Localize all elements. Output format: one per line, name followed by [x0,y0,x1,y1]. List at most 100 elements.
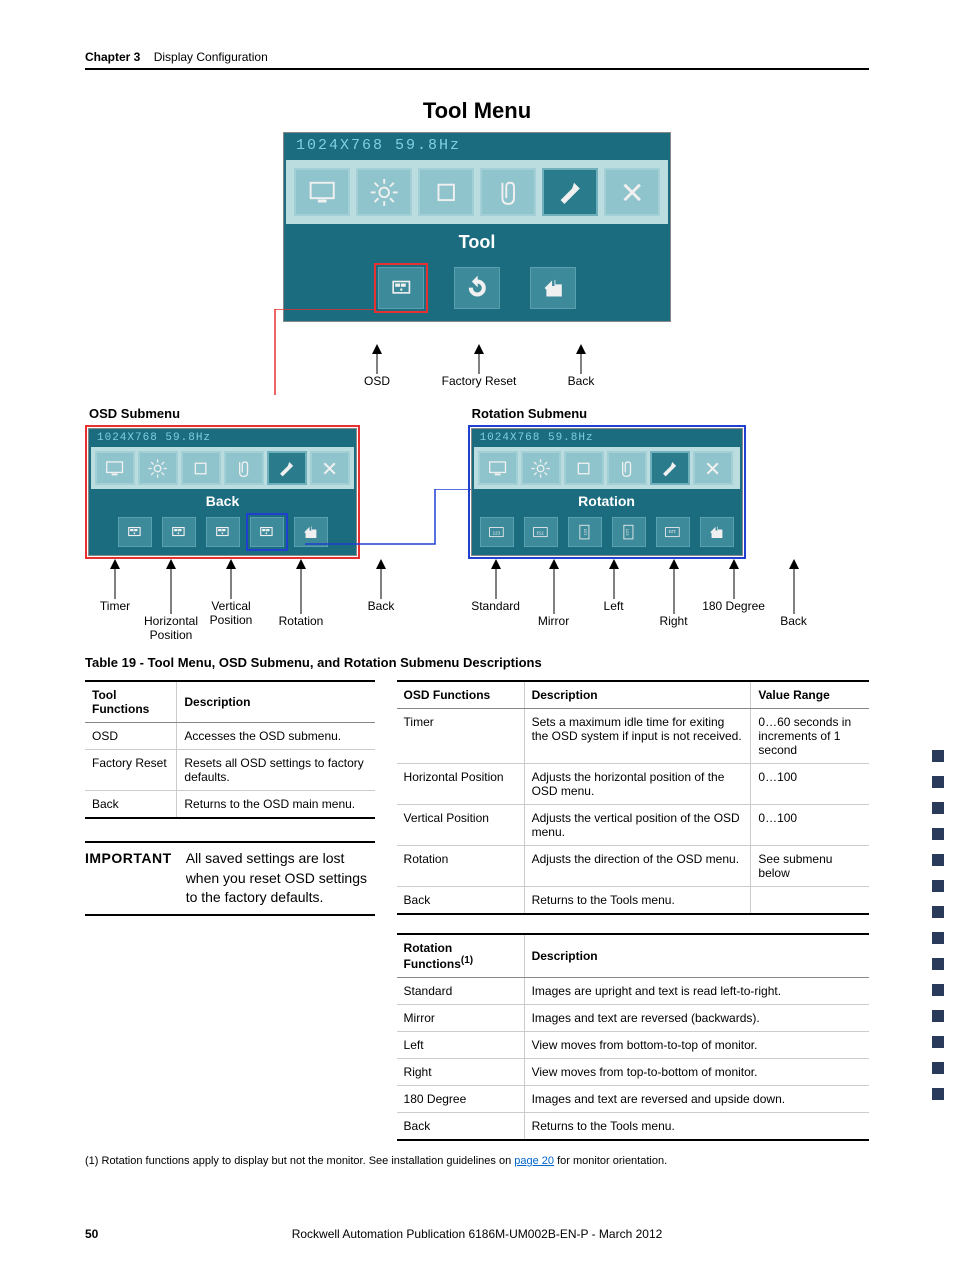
exit-icon [693,451,733,485]
left-icon [568,517,602,547]
th-rotation-functions: Rotation Functions(1) [397,934,525,978]
vpos-icon [206,517,240,547]
callout-back: Back [341,599,421,613]
arrow-icon [295,559,307,614]
table-row: MirrorImages and text are reversed (back… [397,1005,869,1032]
brightness-icon [356,168,412,216]
table-row: 180 DegreeImages and text are reversed a… [397,1086,869,1113]
arrow-icon [490,559,502,599]
tool-functions-table: Tool Functions Description OSDAccesses t… [85,680,375,819]
th-description: Description [524,681,751,709]
tool-menu-osd: 1024X768 59.8Hz Tool [283,132,671,322]
chapter-number: Chapter 3 [85,50,140,64]
callout-timer: Timer [75,599,155,613]
table-row: BackReturns to the Tools menu. [397,1113,869,1141]
display-icon [181,451,221,485]
table-row: TimerSets a maximum idle time for exitin… [397,709,869,764]
exit-icon [604,168,660,216]
brightness-icon [138,451,178,485]
monitor-icon [294,168,350,216]
callout-180: 180 Degree [694,599,774,613]
rotation-icon [250,517,284,547]
osd-label: Tool [286,224,668,263]
callout-back: Back [754,614,834,628]
back-icon [700,517,734,547]
display-icon [418,168,474,216]
callout-factory-reset: Factory Reset [439,374,519,388]
chapter-header: Chapter 3 Display Configuration [85,50,869,70]
hpos-icon [162,517,196,547]
callout-left: Left [574,599,654,613]
osd-submenu-icon [378,267,424,309]
tool-icon [542,168,598,216]
arrow-icon [225,559,237,599]
mirror-icon [524,517,558,547]
arrow-icon [109,559,121,599]
chapter-subtitle: Display Configuration [154,50,268,64]
resolution-text: 1024X768 59.8Hz [91,431,354,447]
page-footer: 50 Rockwell Automation Publication 6186M… [85,1227,869,1241]
resolution-text: 1024X768 59.8Hz [286,135,668,160]
monitor-icon [478,451,518,485]
callout-right: Right [634,614,714,628]
important-text: All saved settings are lost when you res… [186,849,375,908]
th-osd-functions: OSD Functions [397,681,525,709]
callout-vpos: Vertical Position [191,599,271,627]
table-row: RotationAdjusts the direction of the OSD… [397,846,869,887]
page-title: Tool Menu [85,98,869,124]
table-row: Vertical PositionAdjusts the vertical po… [397,805,869,846]
th-tool-functions: Tool Functions [85,681,177,723]
brightness-icon [521,451,561,485]
page-link[interactable]: page 20 [514,1155,554,1167]
arrow-icon [728,559,740,599]
th-description: Description [177,681,375,723]
table-caption: Table 19 - Tool Menu, OSD Submenu, and R… [85,655,869,670]
back-icon [530,267,576,309]
display-icon [564,451,604,485]
standard-icon [480,517,514,547]
factory-reset-icon [454,267,500,309]
arrow-icon [668,559,680,614]
page-number: 50 [85,1227,98,1241]
tool-icon [650,451,690,485]
table-row: OSDAccesses the OSD submenu. [85,723,375,750]
callout-rotation: Rotation [261,614,341,628]
osd-functions-table: OSD Functions Description Value Range Ti… [397,680,869,915]
arrow-icon [375,559,387,599]
exit-icon [310,451,350,485]
osd-submenu-title: OSD Submenu [89,406,456,421]
side-binding-marks [932,750,944,1100]
arrow-icon [608,559,620,599]
input-icon [607,451,647,485]
table-row: Horizontal PositionAdjusts the horizonta… [397,764,869,805]
rotation-submenu-window: 1024X768 59.8Hz Rotation [471,428,743,556]
monitor-icon [95,451,135,485]
important-note: IMPORTANT All saved settings are lost wh… [85,841,375,916]
180-icon [656,517,690,547]
arrow-icon [165,559,177,614]
callout-standard: Standard [456,599,536,613]
th-value-range: Value Range [751,681,869,709]
main-icon-row [91,447,354,489]
arrow-icon [575,344,587,374]
table-row: Factory ResetResets all OSD settings to … [85,750,375,791]
main-icon-row [474,447,740,489]
table-row: LeftView moves from bottom-to-top of mon… [397,1032,869,1059]
osd-label: Rotation [474,489,740,515]
th-description: Description [524,934,869,978]
table-row: StandardImages are upright and text is r… [397,978,869,1005]
right-icon [612,517,646,547]
tool-icon [267,451,307,485]
publication-id: Rockwell Automation Publication 6186M-UM… [292,1227,663,1241]
red-callout-line [80,309,380,395]
rotation-submenu-title: Rotation Submenu [472,406,869,421]
input-icon [224,451,264,485]
resolution-text: 1024X768 59.8Hz [474,431,740,447]
callout-back: Back [541,374,621,388]
input-icon [480,168,536,216]
arrow-icon [473,344,485,374]
table-row: RightView moves from top-to-bottom of mo… [397,1059,869,1086]
rotation-sub-row [474,515,740,553]
main-icon-row [286,160,668,224]
footnote: (1) Rotation functions apply to display … [85,1155,869,1167]
